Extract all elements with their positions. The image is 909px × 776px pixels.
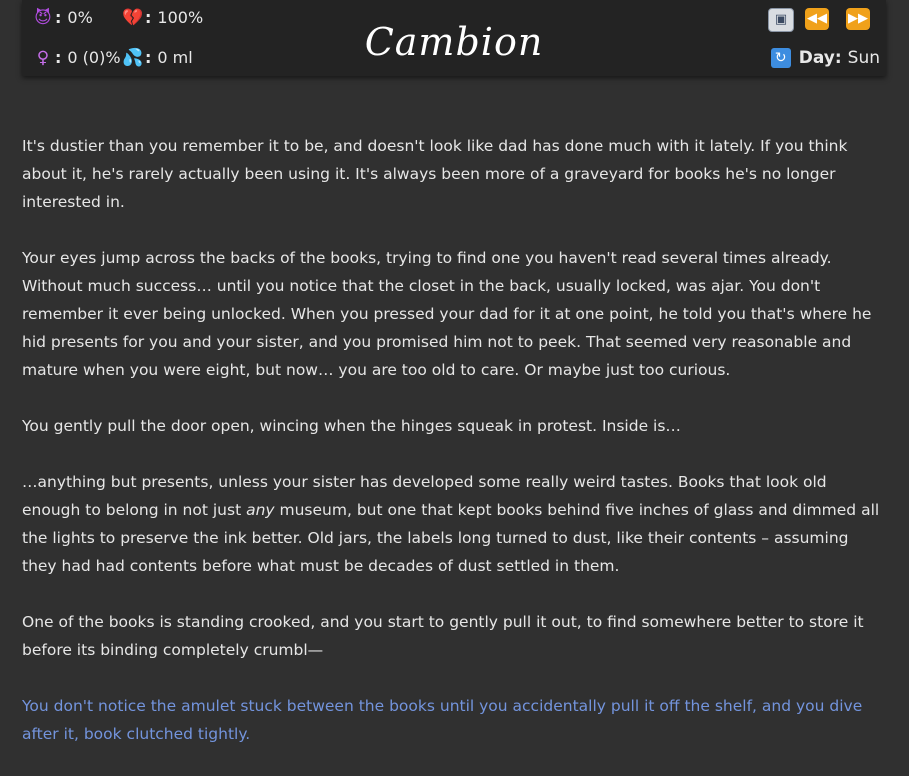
fast-forward-icon: ▶▶ [848,11,868,26]
game-logo: Cambion [364,20,544,64]
day-indicator: ↻ Day: Sun [770,45,880,71]
story-paragraph: Your eyes jump across the backs of the b… [22,249,872,379]
day-value: Sun [847,48,880,68]
story-paragraph: It's dustier than you remember it to be,… [22,137,848,211]
top-bar: 😈 : 0% 💔 : 100% ♀ : 0 (0)% 💦 : 0 ml Camb… [22,0,886,76]
rewind-button[interactable]: ◀◀ [805,8,829,30]
day-label: Day: [798,48,842,68]
cycle-arrows-icon: ↻ [770,48,791,68]
fast-forward-button[interactable]: ▶▶ [846,8,870,30]
story-paragraph: You gently pull the door open, wincing w… [22,417,681,435]
story-text: It's dustier than you remember it to be,… [22,132,888,776]
rewind-icon: ◀◀ [807,11,827,26]
story-paragraph: One of the books is standing crooked, an… [22,613,864,659]
story-paragraph: …anything but presents, unless your sist… [22,473,880,575]
emphasis: any [246,501,275,519]
floppy-disk-icon: ▣ [774,12,788,27]
save-button[interactable]: ▣ [768,8,794,32]
story-choice-link[interactable]: You don't notice the amulet stuck betwee… [22,692,888,748]
